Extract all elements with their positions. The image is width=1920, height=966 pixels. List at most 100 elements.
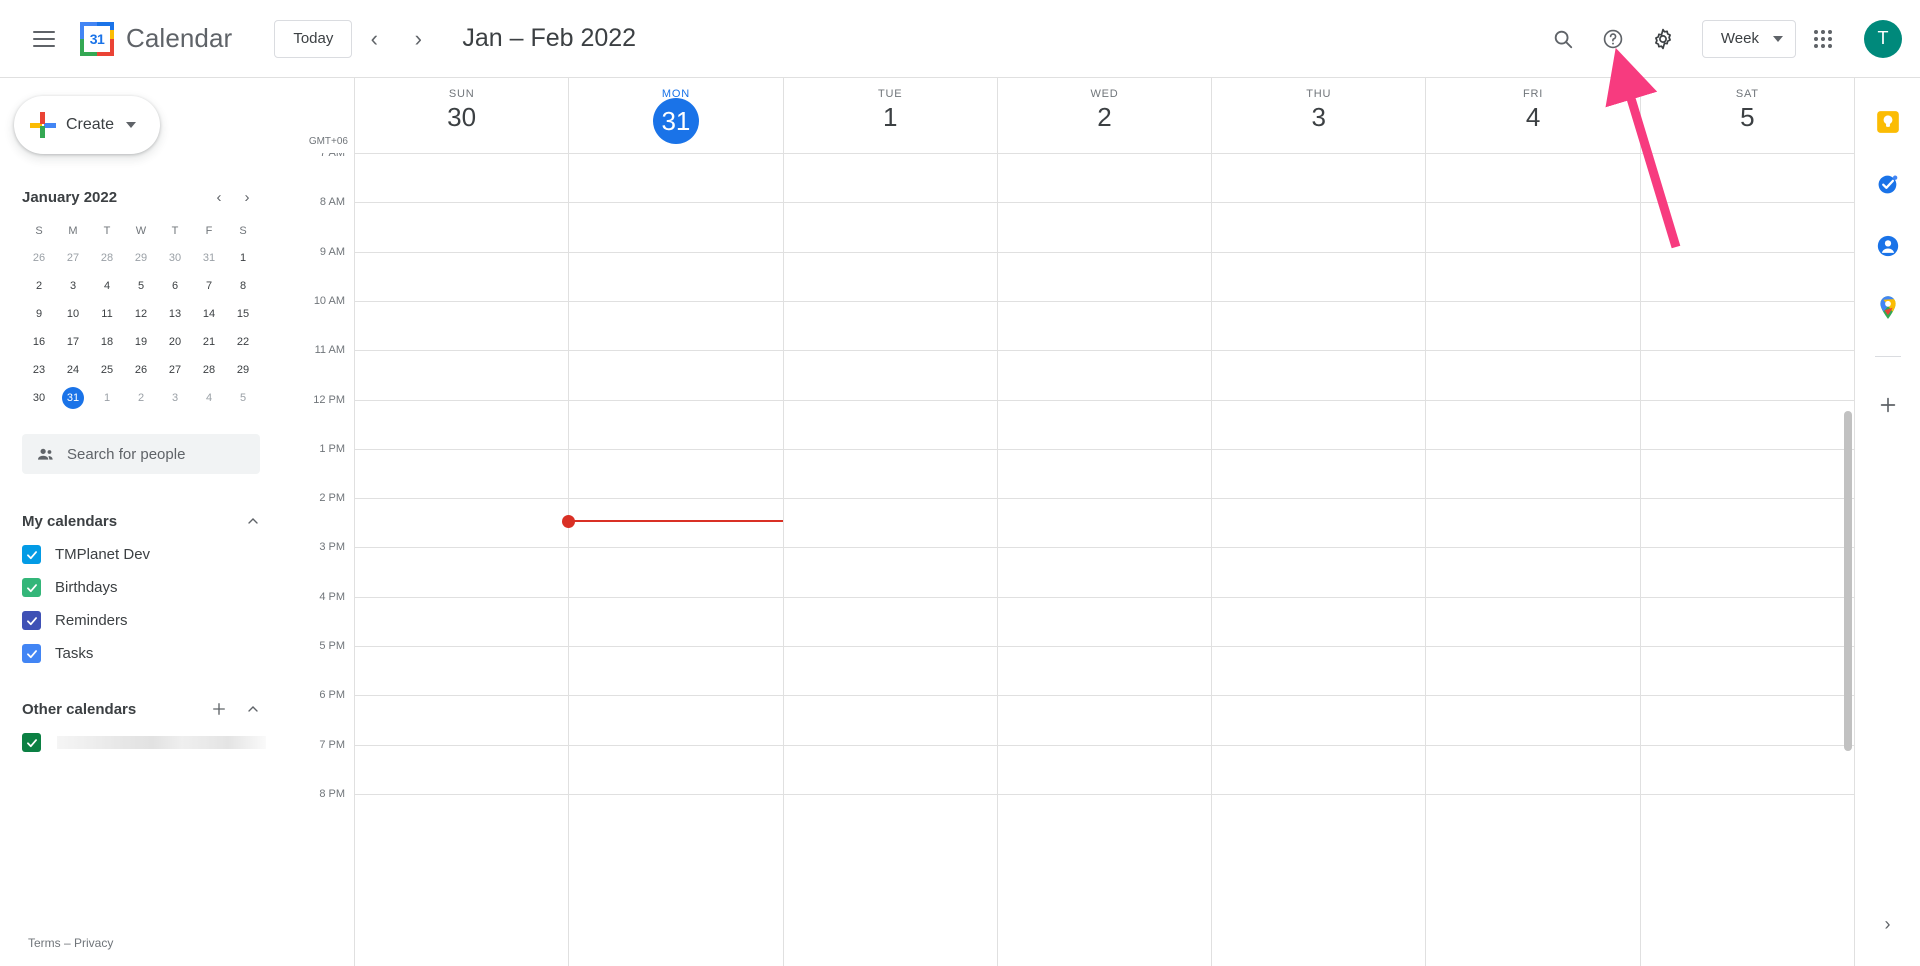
mini-day-cell[interactable]: 15 [226, 300, 260, 328]
mini-day-cell[interactable]: 6 [158, 272, 192, 300]
mini-day-cell[interactable]: 25 [90, 356, 124, 384]
search-icon[interactable] [1540, 16, 1586, 62]
mini-day-cell[interactable]: 3 [56, 272, 90, 300]
day-column-sat[interactable] [1639, 153, 1854, 966]
gear-icon[interactable] [1640, 16, 1686, 62]
calendar-checkbox[interactable] [22, 733, 41, 752]
mini-day-cell[interactable]: 16 [22, 328, 56, 356]
day-header-tue[interactable]: TUE 1 [782, 78, 997, 153]
day-header-mon[interactable]: MON 31 [568, 78, 782, 153]
mini-day-cell[interactable]: 24 [56, 356, 90, 384]
mini-day-cell[interactable]: 19 [124, 328, 158, 356]
mini-day-cell[interactable]: 7 [192, 272, 226, 300]
day-number[interactable]: 5 [1740, 104, 1754, 130]
keep-icon[interactable] [1868, 102, 1908, 142]
my-calendar-item[interactable]: Tasks [22, 637, 266, 670]
mini-day-cell[interactable]: 27 [158, 356, 192, 384]
mini-day-cell[interactable]: 3 [158, 384, 192, 412]
mini-day-cell[interactable]: 13 [158, 300, 192, 328]
mini-day-cell[interactable]: 21 [192, 328, 226, 356]
mini-day-cell[interactable]: 5 [226, 384, 260, 412]
my-calendar-item[interactable]: Reminders [22, 604, 266, 637]
mini-day-cell[interactable]: 27 [56, 244, 90, 272]
avatar[interactable]: T [1864, 19, 1902, 58]
tasks-icon[interactable] [1868, 164, 1908, 204]
mini-day-cell[interactable]: 29 [226, 356, 260, 384]
my-calendars-header[interactable]: My calendars [22, 504, 266, 538]
day-number[interactable]: 31 [652, 98, 699, 144]
mini-day-cell[interactable]: 4 [90, 272, 124, 300]
calendar-checkbox[interactable] [22, 578, 41, 597]
mini-day-cell[interactable]: 11 [90, 300, 124, 328]
day-column-sun[interactable] [354, 153, 568, 966]
day-number[interactable]: 1 [883, 104, 897, 130]
day-column-wed[interactable] [996, 153, 1211, 966]
brand-logo[interactable]: 31 Calendar [80, 21, 232, 56]
day-header-fri[interactable]: FRI 4 [1425, 78, 1639, 153]
day-header-wed[interactable]: WED 2 [996, 78, 1211, 153]
mini-day-cell[interactable]: 2 [22, 272, 56, 300]
mini-day-cell[interactable]: 20 [158, 328, 192, 356]
day-header-sat[interactable]: SAT 5 [1639, 78, 1854, 153]
next-period-button[interactable]: › [396, 17, 440, 61]
mini-day-cell[interactable]: 28 [192, 356, 226, 384]
other-calendar-item[interactable] [22, 726, 266, 759]
mini-day-cell[interactable]: 31 [192, 244, 226, 272]
previous-period-button[interactable]: ‹ [352, 17, 396, 61]
chevron-up-icon[interactable] [240, 696, 266, 722]
mini-day-cell[interactable]: 1 [226, 244, 260, 272]
mini-day-cell[interactable]: 1 [90, 384, 124, 412]
mini-day-cell[interactable]: 4 [192, 384, 226, 412]
day-header-thu[interactable]: THU 3 [1211, 78, 1425, 153]
day-column-tue[interactable] [782, 153, 997, 966]
day-column-thu[interactable] [1211, 153, 1425, 966]
create-button[interactable]: Create [14, 96, 160, 154]
view-selector[interactable]: Week [1701, 19, 1796, 58]
search-for-people-input[interactable]: Search for people [22, 434, 260, 474]
mini-day-cell[interactable]: 14 [192, 300, 226, 328]
mini-day-cell[interactable]: 17 [56, 328, 90, 356]
mini-day-cell[interactable]: 30 [158, 244, 192, 272]
help-icon[interactable] [1590, 16, 1636, 62]
calendar-checkbox[interactable] [22, 545, 41, 564]
mini-next-month-button[interactable]: › [234, 184, 260, 210]
day-column-mon[interactable] [568, 153, 782, 966]
footer-links[interactable]: Terms – Privacy [28, 936, 113, 950]
contacts-icon[interactable] [1868, 226, 1908, 266]
mini-day-cell[interactable]: 8 [226, 272, 260, 300]
mini-day-cell[interactable]: 23 [22, 356, 56, 384]
mini-day-cell[interactable]: 28 [90, 244, 124, 272]
mini-day-cell[interactable]: 29 [124, 244, 158, 272]
mini-day-cell[interactable]: 30 [22, 384, 56, 412]
mini-day-cell[interactable]: 26 [22, 244, 56, 272]
mini-day-cell[interactable]: 31 [56, 384, 90, 412]
today-button[interactable]: Today [274, 19, 353, 58]
mini-day-cell[interactable]: 12 [124, 300, 158, 328]
hamburger-icon[interactable] [14, 30, 74, 47]
add-other-calendar-button[interactable] [206, 696, 232, 722]
mini-day-cell[interactable]: 9 [22, 300, 56, 328]
day-number[interactable]: 30 [447, 104, 476, 130]
calendar-checkbox[interactable] [22, 644, 41, 663]
my-calendar-item[interactable]: Birthdays [22, 571, 266, 604]
mini-day-cell[interactable]: 5 [124, 272, 158, 300]
calendar-checkbox[interactable] [22, 611, 41, 630]
mini-day-cell[interactable]: 2 [124, 384, 158, 412]
maps-icon[interactable] [1868, 288, 1908, 328]
day-number[interactable]: 2 [1097, 104, 1111, 130]
apps-grid-icon[interactable] [1800, 16, 1846, 62]
day-number[interactable]: 3 [1312, 104, 1326, 130]
mini-day-cell[interactable]: 18 [90, 328, 124, 356]
mini-prev-month-button[interactable]: ‹ [206, 184, 232, 210]
mini-day-cell[interactable]: 22 [226, 328, 260, 356]
vertical-scrollbar[interactable] [1844, 411, 1852, 751]
chevron-up-icon[interactable] [240, 508, 266, 534]
day-number[interactable]: 4 [1526, 104, 1540, 130]
mini-day-cell[interactable]: 10 [56, 300, 90, 328]
my-calendar-item[interactable]: TMPlanet Dev [22, 538, 266, 571]
expand-side-panel-button[interactable]: › [1870, 906, 1906, 942]
other-calendars-header[interactable]: Other calendars [22, 692, 266, 726]
day-header-sun[interactable]: SUN 30 [354, 78, 568, 153]
day-column-fri[interactable] [1425, 153, 1639, 966]
mini-day-cell[interactable]: 26 [124, 356, 158, 384]
